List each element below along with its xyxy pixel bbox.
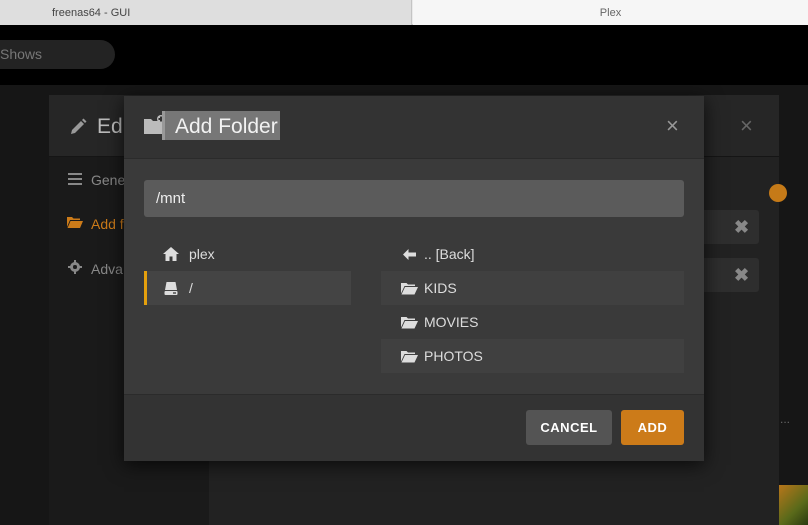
remove-folder-icon[interactable]: ✖: [734, 265, 749, 286]
directory-label: MOVIES: [424, 314, 479, 330]
nav-item-label: Add f: [91, 216, 124, 232]
nav-item-advanced[interactable]: Adva: [67, 260, 123, 277]
edit-close-icon[interactable]: ×: [740, 113, 753, 139]
location-item-home[interactable]: plex: [144, 237, 351, 271]
arrow-left-icon: [401, 247, 418, 261]
nav-item-add-folders[interactable]: Add f: [67, 216, 124, 232]
gear-icon: [67, 260, 83, 277]
add-folder-dialog: Add Folder × plex / .. [Back]: [124, 96, 704, 461]
location-label: plex: [189, 246, 215, 262]
dialog-title-container: Add Folder: [162, 111, 280, 140]
directory-item-movies[interactable]: MOVIES: [381, 305, 684, 339]
directory-label: PHOTOS: [424, 348, 483, 364]
folder-open-icon: [67, 216, 83, 232]
search-input[interactable]: Shows: [0, 40, 115, 69]
pencil-icon: [71, 118, 87, 134]
folder-open-icon: [401, 281, 418, 295]
directory-label: KIDS: [424, 280, 457, 296]
more-options-icon[interactable]: ...: [780, 412, 790, 426]
dialog-header: Add Folder ×: [124, 96, 704, 159]
folder-open-icon: [401, 349, 418, 363]
folder-open-icon: [401, 315, 418, 329]
directory-item-back[interactable]: .. [Back]: [381, 237, 684, 271]
list-icon: [67, 172, 83, 188]
dialog-footer: CANCEL ADD: [124, 394, 704, 461]
nav-item-label: Adva: [91, 260, 123, 277]
cancel-button[interactable]: CANCEL: [526, 410, 612, 445]
edit-modal-title: Edi: [97, 115, 128, 138]
browser-tab-bar: freenas64 - GUI Plex: [0, 0, 808, 25]
directory-item-photos[interactable]: PHOTOS: [381, 339, 684, 373]
location-item-root[interactable]: /: [144, 271, 351, 305]
home-icon: [163, 246, 179, 262]
plex-top-bar: [0, 25, 808, 85]
root-location-list: plex /: [144, 237, 351, 305]
directory-label: .. [Back]: [424, 246, 475, 262]
close-icon[interactable]: ×: [666, 113, 679, 139]
directory-list: .. [Back] KIDS MOVIES PHOTOS: [381, 237, 684, 373]
remove-folder-icon[interactable]: ✖: [734, 217, 749, 238]
status-badge: [769, 184, 787, 202]
poster-thumbnail[interactable]: [779, 485, 808, 525]
folder-path-input[interactable]: [144, 180, 684, 217]
nav-item-general[interactable]: Gene: [67, 172, 125, 188]
add-button[interactable]: ADD: [621, 410, 684, 445]
nav-item-label: Gene: [91, 172, 126, 188]
browser-tab-plex[interactable]: Plex: [413, 0, 808, 25]
browser-tab-freenas[interactable]: freenas64 - GUI: [0, 0, 412, 25]
location-label: /: [189, 280, 193, 296]
drive-icon: [163, 280, 179, 296]
dialog-title: Add Folder: [175, 115, 278, 138]
directory-item-kids[interactable]: KIDS: [381, 271, 684, 305]
